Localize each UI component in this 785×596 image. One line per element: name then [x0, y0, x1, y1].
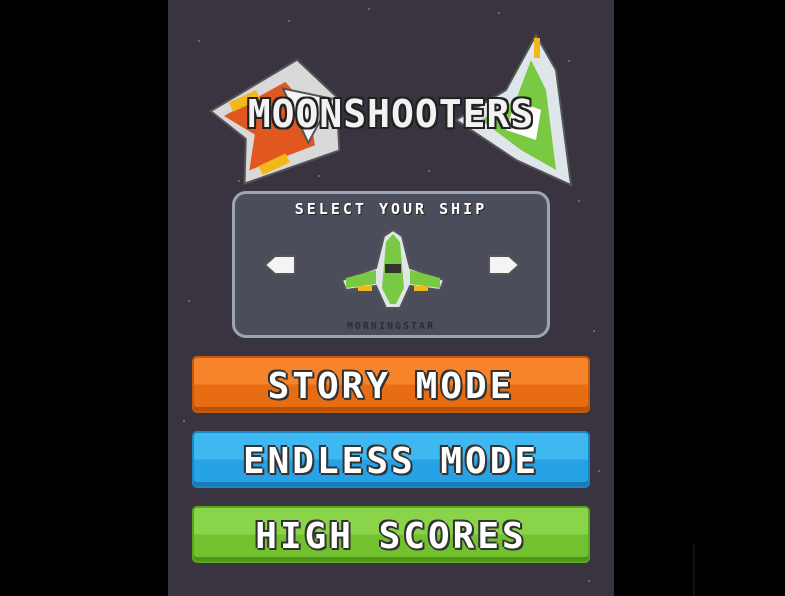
ship-select-panel: SELECT YOUR SHIP MORNINGSTAR — [232, 191, 550, 338]
selected-ship-icon — [340, 228, 446, 309]
game-title: MOONSHOOTERS — [247, 92, 535, 136]
high-scores-button[interactable]: HIGH SCORES — [192, 506, 590, 563]
endless-mode-button[interactable]: ENDLESS MODE — [192, 431, 590, 488]
game-screen: MOONSHOOTERS SELECT YOUR SHIP MORNINGSTA… — [168, 0, 614, 596]
text-cursor-indicator — [693, 544, 695, 596]
ship-select-heading: SELECT YOUR SHIP — [294, 200, 488, 218]
story-mode-button[interactable]: STORY MODE — [192, 356, 590, 413]
arrow-right-icon[interactable] — [487, 254, 521, 276]
ship-name-label: MORNINGSTAR — [346, 321, 436, 332]
arrow-left-icon[interactable] — [263, 254, 297, 276]
